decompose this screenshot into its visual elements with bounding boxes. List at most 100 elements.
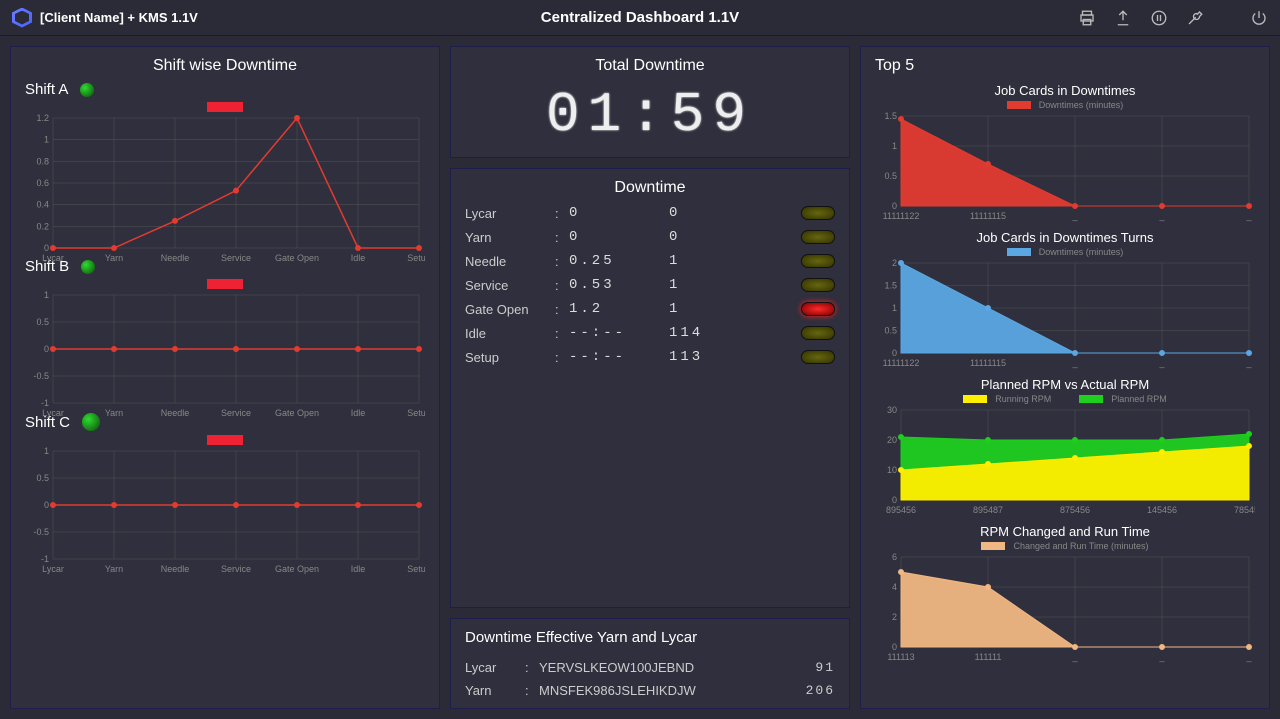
svg-text:Yarn: Yarn <box>105 564 123 574</box>
led-icon <box>801 302 835 316</box>
shift-a-chart: 00.20.40.60.811.2LycarYarnNeedleServiceG… <box>25 102 425 252</box>
dt-value2: 113 <box>669 349 729 365</box>
svg-text:-0.5: -0.5 <box>33 371 49 381</box>
upload-icon[interactable] <box>1114 9 1132 27</box>
dt-value1: 0 <box>569 229 669 245</box>
logo-icon <box>12 8 32 28</box>
led-icon <box>801 206 835 220</box>
svg-text:_: _ <box>1245 358 1252 368</box>
downtime-row: Gate Open:1.21 <box>465 297 835 321</box>
svg-text:_: _ <box>1071 652 1078 662</box>
swatch-icon <box>1007 248 1031 256</box>
svg-text:Idle: Idle <box>351 564 366 574</box>
eff-num: 206 <box>795 683 835 698</box>
c4-title: RPM Changed and Run Time <box>875 524 1255 539</box>
eff-row: Lycar:YERVSLKEOW100JEBND91 <box>465 656 835 679</box>
svg-text:111111: 111111 <box>975 652 1002 662</box>
mid-col: Total Downtime 01:59 Downtime Lycar:00Ya… <box>450 46 850 709</box>
topbar-actions <box>1078 9 1268 27</box>
c2-chart: 00.511.521111112211111115___ <box>875 259 1255 369</box>
c4-legend: Changed and Run Time (minutes) <box>875 541 1255 551</box>
pause-icon[interactable] <box>1150 9 1168 27</box>
downtime-row: Setup:--:--113 <box>465 345 835 369</box>
dt-value1: 0.53 <box>569 277 669 293</box>
svg-text:_: _ <box>1071 358 1078 368</box>
svg-text:-1: -1 <box>41 554 49 564</box>
dt-value2: 0 <box>669 229 729 245</box>
svg-text:1: 1 <box>44 447 49 456</box>
downtime-row: Needle:0.251 <box>465 249 835 273</box>
svg-text:0: 0 <box>892 642 897 652</box>
c3-title: Planned RPM vs Actual RPM <box>875 377 1255 392</box>
svg-text:Gate Open: Gate Open <box>275 253 319 263</box>
effective-panel: Downtime Effective Yarn and Lycar Lycar:… <box>450 618 850 709</box>
svg-text:Needle: Needle <box>161 408 190 418</box>
svg-text:2: 2 <box>892 259 897 268</box>
svg-text:0.5: 0.5 <box>36 473 49 483</box>
total-title: Total Downtime <box>465 57 835 75</box>
svg-text:Idle: Idle <box>351 408 366 418</box>
svg-text:11111122: 11111122 <box>883 358 920 368</box>
svg-text:Gate Open: Gate Open <box>275 408 319 418</box>
shift-a-label: Shift A <box>25 81 425 98</box>
led-icon <box>801 350 835 364</box>
shift-b-chart: -1-0.500.51LycarYarnNeedleServiceGate Op… <box>25 279 425 407</box>
dt-value1: --:-- <box>569 325 669 341</box>
svg-text:0.2: 0.2 <box>36 221 49 231</box>
app-title: [Client Name] + KMS 1.1V <box>40 10 198 25</box>
dt-value2: 1 <box>669 277 729 293</box>
legend-swatch <box>207 102 243 112</box>
downtime-row: Idle:--:--114 <box>465 321 835 345</box>
status-dot-icon <box>80 83 94 97</box>
print-icon[interactable] <box>1078 9 1096 27</box>
svg-text:11111115: 11111115 <box>970 211 1006 221</box>
top5-title: Top 5 <box>875 57 1255 75</box>
shift-panel: Shift wise Downtime Shift A 00.20.40.60.… <box>10 46 440 709</box>
svg-text:_: _ <box>1245 652 1252 662</box>
top5-panel: Top 5 Job Cards in Downtimes Downtimes (… <box>860 46 1270 709</box>
c3-legend: Running RPMPlanned RPM <box>875 394 1255 404</box>
dt-name: Gate Open <box>465 302 555 317</box>
c1-chart: 00.511.51111112211111115___ <box>875 112 1255 222</box>
svg-text:Setup: Setup <box>407 564 425 574</box>
svg-text:145456: 145456 <box>1147 505 1177 515</box>
swatch-icon <box>1079 395 1103 403</box>
legend-swatch <box>207 435 243 445</box>
c3-chart: 0102030895456895487875456145456785456 <box>875 406 1255 516</box>
downtime-row: Service:0.531 <box>465 273 835 297</box>
svg-text:Needle: Needle <box>161 564 190 574</box>
shift-title: Shift wise Downtime <box>25 57 425 75</box>
svg-text:895487: 895487 <box>973 505 1003 515</box>
wrench-icon[interactable] <box>1186 9 1204 27</box>
svg-text:1: 1 <box>892 303 897 313</box>
svg-text:1.5: 1.5 <box>884 281 897 291</box>
legend-swatch <box>207 279 243 289</box>
led-icon <box>801 278 835 292</box>
downtime-row: Lycar:00 <box>465 201 835 225</box>
svg-text:2: 2 <box>892 612 897 622</box>
svg-text:0: 0 <box>44 344 49 354</box>
svg-text:0.5: 0.5 <box>36 317 49 327</box>
svg-text:0.6: 0.6 <box>36 178 49 188</box>
clock-display: 01:59 <box>465 83 835 147</box>
c2-legend: Downtimes (minutes) <box>875 247 1255 257</box>
svg-text:0: 0 <box>892 495 897 505</box>
eff-val: MNSFEK986JSLEHIKDJW <box>539 683 795 698</box>
c2-title: Job Cards in Downtimes Turns <box>875 230 1255 245</box>
svg-text:Gate Open: Gate Open <box>275 564 319 574</box>
shift-c-chart: -1-0.500.51LycarYarnNeedleServiceGate Op… <box>25 435 425 563</box>
total-downtime-panel: Total Downtime 01:59 <box>450 46 850 158</box>
eff-num: 91 <box>795 660 835 675</box>
svg-text:111113: 111113 <box>887 652 914 662</box>
svg-text:11111122: 11111122 <box>883 211 920 221</box>
svg-text:_: _ <box>1245 211 1252 221</box>
svg-text:20: 20 <box>887 435 897 445</box>
dt-value2: 0 <box>669 205 729 221</box>
svg-text:_: _ <box>1071 211 1078 221</box>
power-icon[interactable] <box>1250 9 1268 27</box>
dt-value2: 1 <box>669 301 729 317</box>
dt-value1: 0.25 <box>569 253 669 269</box>
eff-title: Downtime Effective Yarn and Lycar <box>465 629 835 646</box>
svg-text:1: 1 <box>44 291 49 300</box>
svg-text:_: _ <box>1158 358 1165 368</box>
